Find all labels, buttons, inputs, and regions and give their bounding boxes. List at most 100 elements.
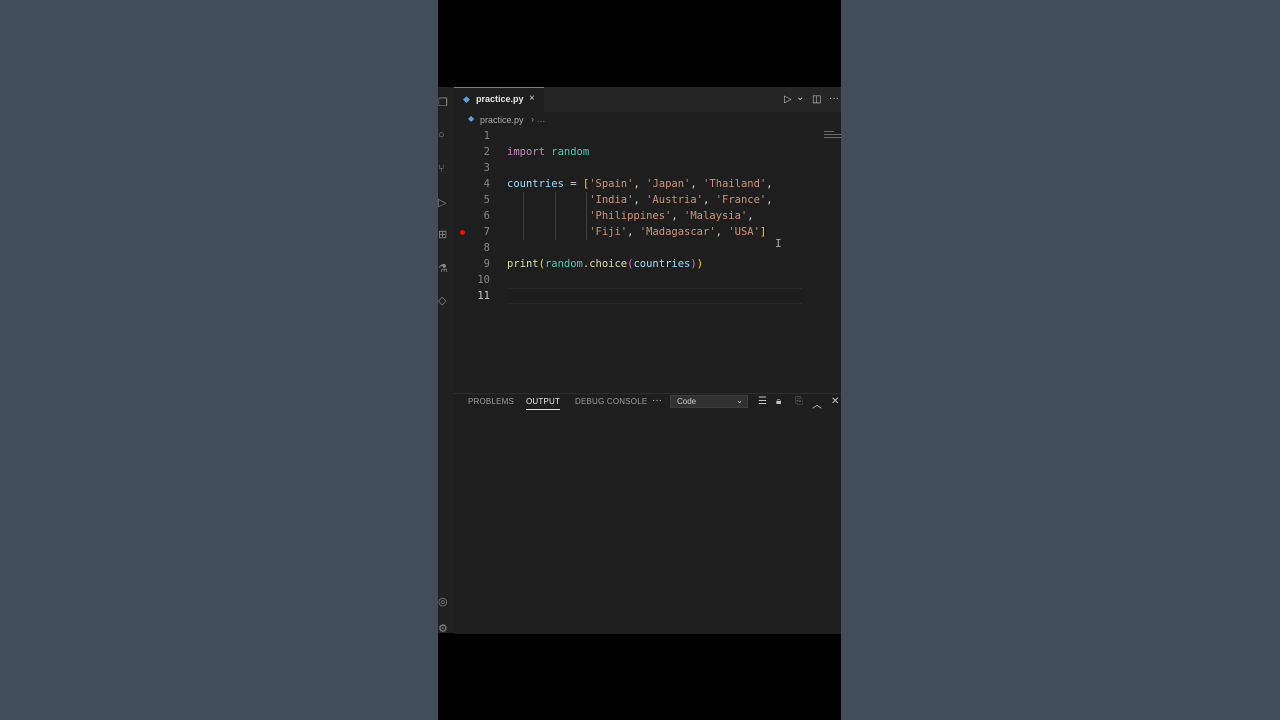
code-line[interactable]: 9 print(random.choice(countries)) [454,256,841,272]
code-token: countries [507,178,564,190]
code-line[interactable]: 11 [454,288,841,304]
code-token: 'Japan' [646,178,691,190]
lock-icon[interactable]: 🔒︎ [776,396,781,407]
breadcrumb-separator[interactable]: › … [531,114,546,124]
code-token: print [507,258,539,270]
code-token: ] [759,226,767,238]
line-number: 1 [483,130,490,142]
code-token: , [747,210,754,222]
extensions-icon[interactable]: ⊞ [438,229,450,241]
code-text: 'Fiji', 'Madagascar', 'USA'] [507,224,766,240]
code-token: 'Spain' [589,178,634,190]
close-icon[interactable]: × [529,93,535,104]
code-token: , [715,226,729,238]
output-channel-value: Code [677,397,697,406]
close-icon[interactable]: ✕ [831,396,839,407]
code-line[interactable]: 5 'India', 'Austria', 'France', [454,192,841,208]
tab-label: practice.py [476,94,524,104]
code-token: , [671,210,685,222]
code-token: random [551,146,590,158]
code-line[interactable]: 4 countries = ['Spain', 'Japan', 'Thailan… [454,176,841,192]
breadcrumb-file[interactable]: practice.py [480,115,524,125]
code-line[interactable]: 1 [454,128,841,144]
chevron-down-icon[interactable]: ⌄ [796,92,804,103]
code-token: import [507,146,545,158]
line-number: 6 [483,210,490,222]
code-token: , [633,194,647,206]
split-editor-icon[interactable]: ◫ [812,94,821,105]
code-text: print(random.choice(countries)) [507,256,703,272]
list-filter-icon[interactable]: ☰ [758,396,767,407]
output-channel-select[interactable]: Code ⌄ [670,395,748,408]
code-token: , [633,178,647,190]
indent-guide [586,192,587,240]
code-token: random [544,258,583,270]
code-line[interactable]: 2 import random [454,144,841,160]
line-number: 2 [483,146,490,158]
remote-icon[interactable]: ◇ [438,295,450,307]
code-line[interactable]: 10 [454,272,841,288]
video-frame: ❐ ○ ⑂ ▷ ⊞ ⚗ ◇ ◎ ⚙ ◆ practice.py × ▷ ⌄ ◫ … [438,0,841,720]
background-left [0,0,438,720]
settings-icon[interactable]: ⚙ [438,623,450,635]
code-token: , [627,226,640,238]
line-number: 9 [483,258,490,270]
code-token: , [690,178,704,190]
code-token: 'Philippines' [589,210,672,222]
code-token: 'Malaysia' [684,210,748,222]
python-file-icon: ◆ [463,94,470,104]
code-line[interactable]: 7 'Fiji', 'Madagascar', 'USA'] [454,224,841,240]
run-icon[interactable]: ▷ [784,94,792,105]
run-debug-icon[interactable]: ▷ [438,197,450,209]
clear-output-icon[interactable]: ⎘ [795,396,803,407]
code-token: choice [589,258,628,270]
maximize-panel-icon[interactable]: ︿ [812,396,822,411]
code-editor[interactable]: 1 2 import random 3 4 countries = ['Spain', '… [454,128,841,393]
line-number: 3 [483,162,490,174]
chevron-down-icon: ⌄ [736,396,743,405]
account-icon[interactable]: ◎ [438,596,450,608]
activity-bar: ❐ ○ ⑂ ▷ ⊞ ⚗ ◇ ◎ ⚙ [438,87,454,635]
more-actions-icon[interactable]: ··· [829,93,839,104]
code-token: , [766,178,773,190]
more-tabs-icon[interactable]: ··· [652,395,662,406]
code-text: 'Philippines', 'Malaysia', [507,208,754,224]
vscode-window: ❐ ○ ⑂ ▷ ⊞ ⚗ ◇ ◎ ⚙ ◆ practice.py × ▷ ⌄ ◫ … [438,87,841,635]
code-token: ) [696,258,704,270]
tab-debug-console[interactable]: DEBUG CONSOLE [575,397,647,406]
code-line[interactable]: 6 'Philippines', 'Malaysia', [454,208,841,224]
testing-icon[interactable]: ⚗ [438,263,450,275]
code-token: 'India' [589,194,634,206]
search-icon[interactable]: ○ [438,129,450,141]
line-number: 4 [483,178,490,190]
indent-guide [555,192,556,240]
code-token: 'USA' [728,226,760,238]
code-token: 'Fiji' [589,226,628,238]
line-number: 10 [477,274,490,286]
code-line[interactable]: 8 [454,240,841,256]
bottom-panel: PROBLEMS OUTPUT DEBUG CONSOLE ··· Code ⌄… [454,393,841,634]
line-number: 8 [483,242,490,254]
explorer-icon[interactable]: ❐ [438,97,450,109]
editor-tab-bar: ◆ practice.py × ▷ ⌄ ◫ ··· [454,87,841,112]
tab-practice-py[interactable]: ◆ practice.py × [454,87,544,112]
indent-guide [523,192,524,240]
background-right [841,0,1280,720]
code-text: 'India', 'Austria', 'France', [507,192,773,208]
python-file-icon: ◆ [468,114,475,123]
code-token: , [766,194,773,206]
tab-problems[interactable]: PROBLEMS [468,397,514,406]
code-text: import random [507,144,589,160]
code-token: = [563,178,583,190]
source-control-icon[interactable]: ⑂ [438,163,450,175]
line-number: 5 [483,194,490,206]
code-token: 'Austria' [646,194,704,206]
current-line-highlight [507,288,802,304]
code-token: , [703,194,716,206]
code-line[interactable]: 3 [454,160,841,176]
tab-output[interactable]: OUTPUT [526,397,561,410]
code-text: countries = ['Spain', 'Japan', 'Thailand… [507,176,773,192]
